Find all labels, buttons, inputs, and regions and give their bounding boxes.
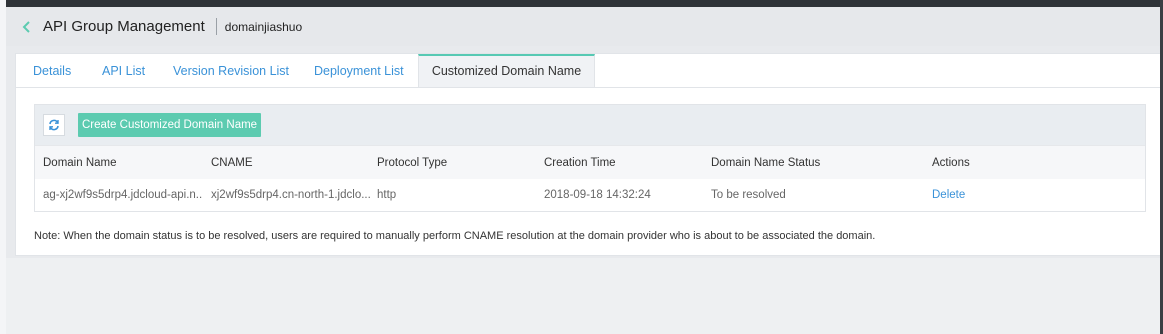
page-background xyxy=(6,258,1160,334)
cname-cell: xj2wf9s5drp4.cn-north-1.jdclo... xyxy=(211,189,371,201)
tab-deployment-list[interactable]: Deployment List xyxy=(314,54,404,87)
column-header: Protocol Type xyxy=(377,156,448,169)
group-name: domainjiashuo xyxy=(224,19,303,34)
column-header: Domain Name Status xyxy=(711,156,821,169)
protocol-cell: http xyxy=(377,189,397,201)
domain-table: Create Customized Domain Name Domain Nam… xyxy=(34,104,1146,212)
actions-cell: Delete xyxy=(932,179,965,211)
column-header: Creation Time xyxy=(544,156,616,169)
content-panel: Details API List Version Revision List D… xyxy=(15,53,1161,256)
tab-details[interactable]: Details xyxy=(33,54,71,87)
chevron-left-icon[interactable] xyxy=(20,20,34,34)
status-cell: To be resolved xyxy=(711,189,786,201)
tab-version-revision-list[interactable]: Version Revision List xyxy=(173,54,289,87)
table-header: Domain Name CNAME Protocol Type Creation… xyxy=(35,145,1145,180)
table-row: ag-xj2wf9s5drp4.jdcloud-api.n... xj2wf9s… xyxy=(35,179,1145,211)
page-header: API Group Management domainjiashuo xyxy=(6,7,1160,46)
domain-name-cell: ag-xj2wf9s5drp4.jdcloud-api.n... xyxy=(43,189,203,201)
refresh-button[interactable] xyxy=(43,114,65,136)
column-header: CNAME xyxy=(211,156,253,169)
tab-bar: Details API List Version Revision List D… xyxy=(16,54,1161,88)
resolution-note: Note: When the domain status is to be re… xyxy=(34,230,876,242)
refresh-icon xyxy=(48,119,60,131)
column-header: Actions xyxy=(932,156,970,169)
window-top-bar xyxy=(0,0,1163,7)
delete-link[interactable]: Delete xyxy=(932,189,965,201)
tab-customized-domain-name[interactable]: Customized Domain Name xyxy=(418,54,595,87)
page-title: API Group Management xyxy=(43,18,205,35)
column-header: Domain Name xyxy=(43,156,117,169)
tab-api-list[interactable]: API List xyxy=(102,54,145,87)
table-toolbar: Create Customized Domain Name xyxy=(35,105,1145,145)
creation-time-cell: 2018-09-18 14:32:24 xyxy=(544,189,651,201)
create-domain-button[interactable]: Create Customized Domain Name xyxy=(78,113,261,137)
header-divider xyxy=(215,18,217,35)
